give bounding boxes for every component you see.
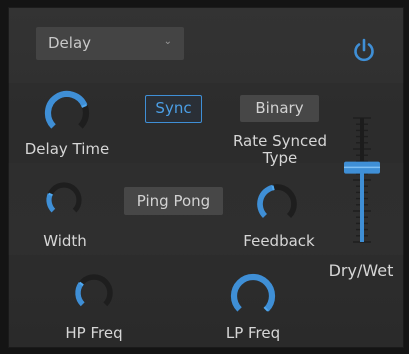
feedback-knob[interactable] bbox=[255, 182, 299, 226]
width-label: Width bbox=[43, 232, 87, 250]
delay-time-knob[interactable] bbox=[43, 89, 91, 137]
ping-pong-button[interactable]: Ping Pong bbox=[124, 187, 223, 215]
sync-button[interactable]: Sync bbox=[145, 95, 202, 123]
knob-value-arc bbox=[46, 193, 56, 213]
power-icon[interactable] bbox=[350, 36, 378, 64]
rate-synced-type-label-line1: Rate Synced bbox=[232, 132, 328, 150]
lp-freq-label: LP Freq bbox=[225, 324, 281, 342]
preset-dropdown[interactable]: Delay ⌄ bbox=[36, 27, 184, 60]
delay-time-label: Delay Time bbox=[24, 140, 110, 158]
chevron-down-icon: ⌄ bbox=[163, 36, 172, 47]
width-knob[interactable] bbox=[44, 180, 84, 220]
knob-value-arc bbox=[75, 281, 85, 307]
knob-indicator bbox=[271, 185, 275, 191]
hp-freq-knob[interactable] bbox=[73, 272, 115, 314]
preset-dropdown-value: Delay bbox=[48, 34, 92, 52]
dry-wet-fader[interactable] bbox=[342, 110, 382, 250]
delay-panel: Delay ⌄ Delay Time Sync Binary Rate Sync… bbox=[0, 0, 409, 354]
dry-wet-label: Dry/Wet bbox=[328, 261, 394, 280]
rate-synced-type-label-line2: Type bbox=[262, 149, 298, 167]
knob-value-arc bbox=[44, 90, 88, 129]
knob-value-arc bbox=[257, 184, 274, 219]
rate-synced-type-button[interactable]: Binary bbox=[240, 95, 319, 122]
lp-freq-knob[interactable] bbox=[229, 272, 277, 320]
hp-freq-label: HP Freq bbox=[65, 324, 123, 342]
feedback-label: Feedback bbox=[243, 232, 315, 250]
knob-value-arc bbox=[230, 273, 276, 312]
